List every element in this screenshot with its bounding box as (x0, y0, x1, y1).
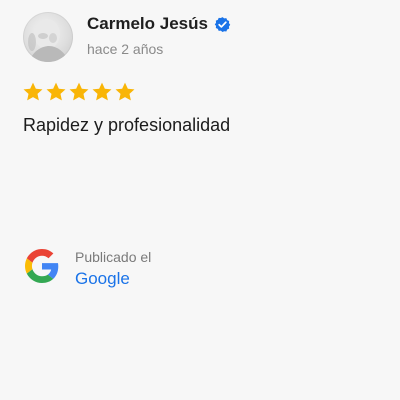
verified-badge-icon (214, 16, 231, 33)
star-icon (92, 82, 112, 101)
star-icon (69, 82, 89, 101)
google-g-icon (25, 249, 59, 283)
star-icon (23, 82, 43, 101)
author-row: Carmelo Jesús (87, 13, 231, 35)
avatar[interactable] (23, 12, 73, 62)
star-rating (22, 81, 136, 105)
review-card: Carmelo Jesús hace 2 años Rapidez y prof… (0, 0, 400, 400)
google-source-link[interactable]: Google (75, 269, 130, 289)
avatar-photo (28, 19, 69, 62)
review-date: hace 2 años (87, 41, 164, 57)
author-name[interactable]: Carmelo Jesús (87, 14, 208, 34)
review-text: Rapidez y profesionalidad (23, 115, 231, 135)
star-icon (115, 82, 135, 101)
star-icon (46, 82, 66, 101)
published-on-label: Publicado el (75, 249, 152, 265)
